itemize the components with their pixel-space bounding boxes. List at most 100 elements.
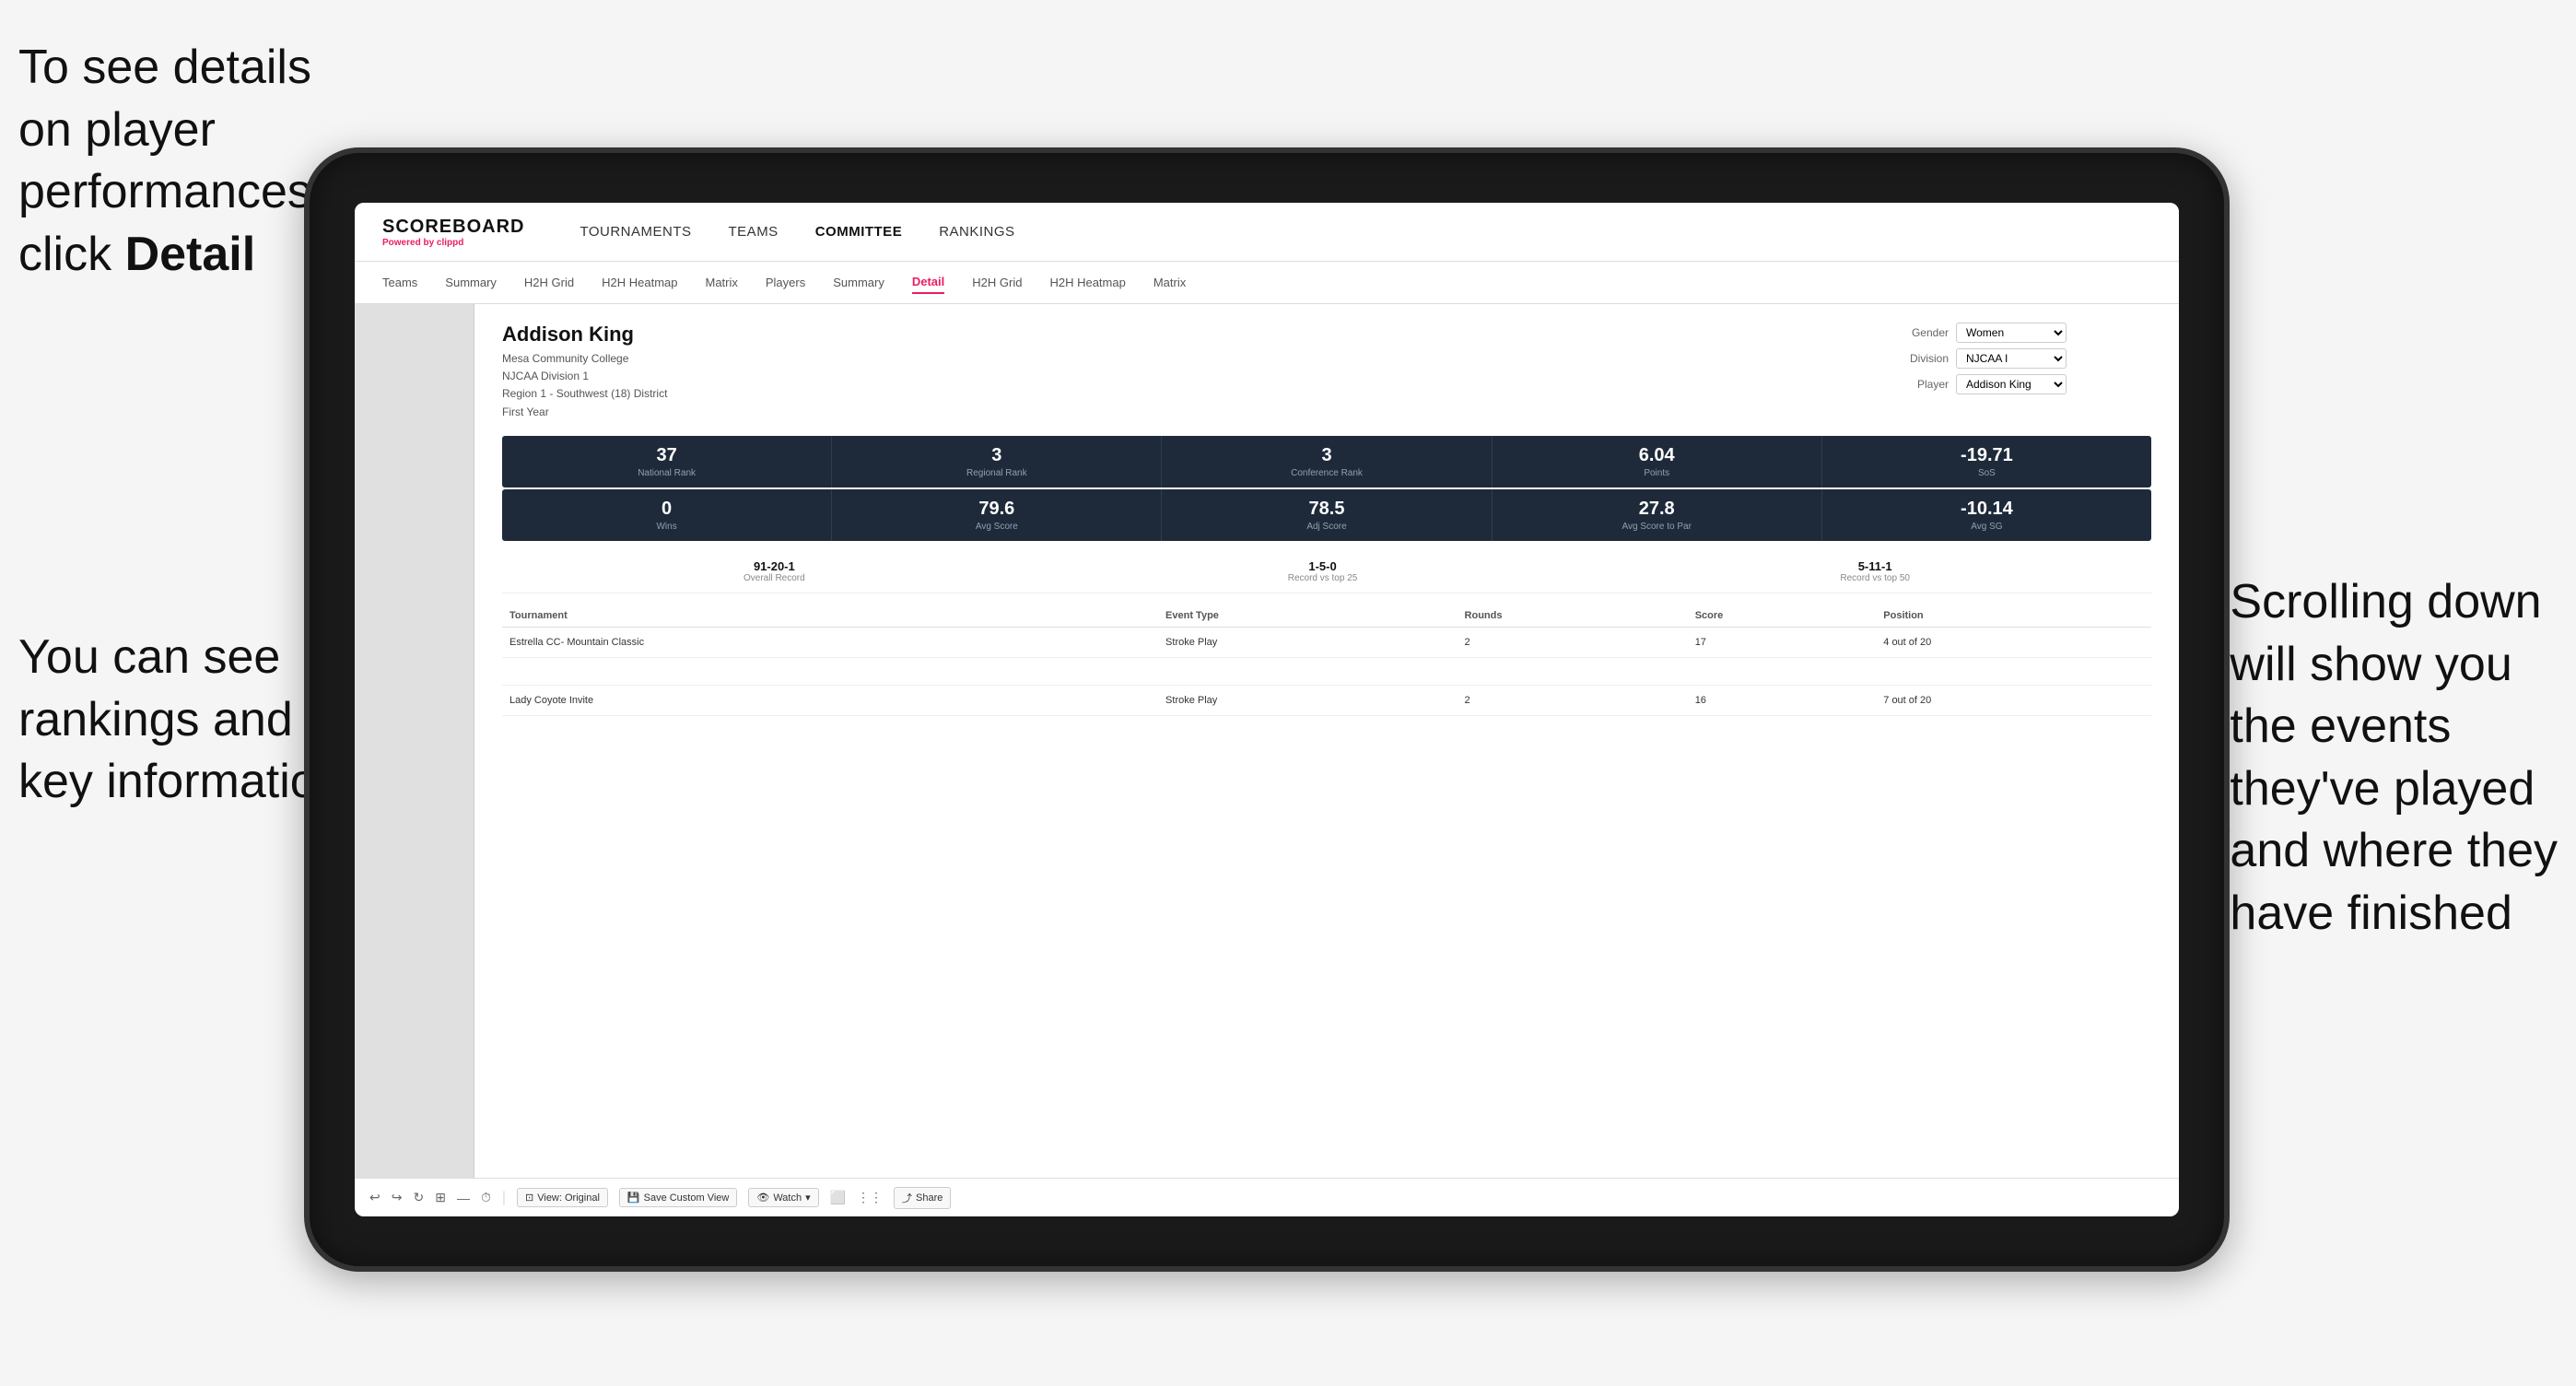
- sub-nav-h2h-grid1[interactable]: H2H Grid: [524, 272, 574, 293]
- stat-wins-value: 0: [508, 499, 825, 520]
- stat-adj-score-label: Adj Score: [1167, 522, 1485, 532]
- record-top50-value: 5-11-1: [1840, 559, 1910, 573]
- sub-nav-h2h-grid2[interactable]: H2H Grid: [972, 272, 1022, 293]
- tablet-frame: SCOREBOARD Powered by clippd TOURNAMENTS…: [304, 147, 2230, 1272]
- table-row-empty: [502, 657, 2151, 685]
- clock-icon[interactable]: ⏱: [481, 1190, 491, 1205]
- annotation-right-line3: the events: [2230, 699, 2451, 753]
- stat-conference-rank: 3 Conference Rank: [1162, 436, 1492, 487]
- stat-conference-rank-label: Conference Rank: [1167, 468, 1485, 478]
- record-top50-label: Record vs top 50: [1840, 573, 1910, 583]
- stats-row-2: 0 Wins 79.6 Avg Score 78.5 Adj Score 27.…: [502, 489, 2151, 541]
- annotation-bottom-left-line1: You can see: [18, 630, 280, 684]
- refresh-icon[interactable]: ↻: [413, 1190, 424, 1205]
- view-original-icon: ⊡: [525, 1192, 533, 1204]
- screen-icon[interactable]: ⬜: [830, 1190, 846, 1205]
- stat-adj-score-value: 78.5: [1167, 499, 1485, 520]
- tablet-screen: SCOREBOARD Powered by clippd TOURNAMENTS…: [355, 203, 2179, 1216]
- player-label: Player: [1893, 378, 1949, 391]
- record-overall-label: Overall Record: [744, 573, 805, 583]
- sub-nav-h2h-heatmap1[interactable]: H2H Heatmap: [602, 272, 677, 293]
- player-select[interactable]: Addison King: [1956, 374, 2067, 394]
- stat-sos-label: SoS: [1828, 468, 2146, 478]
- td-empty-5: [1876, 657, 2151, 685]
- gender-control-row: Gender Women: [1893, 323, 2151, 343]
- td-tournament-2: Lady Coyote Invite: [502, 685, 1158, 715]
- bottom-toolbar: ↩ ↪ ↻ ⊞ — ⏱ | ⊡ View: Original 💾 Save Cu…: [355, 1178, 2179, 1216]
- division-select[interactable]: NJCAA I: [1956, 348, 2067, 369]
- annotation-detail-bold: Detail: [125, 228, 256, 281]
- copy-icon[interactable]: ⊞: [435, 1190, 446, 1205]
- toolbar-sep1: |: [502, 1190, 506, 1206]
- td-rounds-2: 2: [1458, 685, 1688, 715]
- td-empty-2: [1158, 657, 1457, 685]
- record-top25: 1-5-0 Record vs top 25: [1288, 559, 1358, 583]
- logo-sub: Powered by clippd: [382, 238, 524, 248]
- annotation-right-line5: and where they: [2230, 824, 2558, 877]
- stats-row-1: 37 National Rank 3 Regional Rank 3 Confe…: [502, 436, 2151, 487]
- division-control-row: Division NJCAA I: [1893, 348, 2151, 369]
- sub-nav-matrix1[interactable]: Matrix: [705, 272, 737, 293]
- share-button[interactable]: ⤴ Share: [894, 1187, 951, 1209]
- sub-nav-players[interactable]: Players: [766, 272, 805, 293]
- stat-wins-label: Wins: [508, 522, 825, 532]
- nav-committee[interactable]: COMMITTEE: [815, 220, 903, 243]
- td-score-1: 17: [1688, 627, 1877, 657]
- view-original-button[interactable]: ⊡ View: Original: [517, 1188, 608, 1207]
- sub-nav-matrix2[interactable]: Matrix: [1153, 272, 1186, 293]
- watch-button[interactable]: 👁 Watch ▾: [748, 1188, 818, 1207]
- stat-conference-rank-value: 3: [1167, 445, 1485, 466]
- minus-icon[interactable]: —: [457, 1191, 470, 1205]
- th-rounds: Rounds: [1458, 605, 1688, 628]
- annotation-right-line4: they've played: [2230, 762, 2535, 816]
- sub-nav-teams[interactable]: Teams: [382, 272, 417, 293]
- sub-nav-h2h-heatmap2[interactable]: H2H Heatmap: [1049, 272, 1125, 293]
- sidebar: [355, 304, 474, 1178]
- stat-avg-sg-value: -10.14: [1828, 499, 2146, 520]
- sub-nav-summary2[interactable]: Summary: [833, 272, 884, 293]
- nav-tournaments[interactable]: TOURNAMENTS: [580, 220, 691, 243]
- annotation-top-left: To see details on player performances cl…: [18, 37, 332, 286]
- td-tournament-1: Estrella CC- Mountain Classic: [502, 627, 1158, 657]
- save-custom-label: Save Custom View: [644, 1192, 730, 1204]
- save-custom-button[interactable]: 💾 Save Custom View: [619, 1188, 737, 1207]
- stat-sos-value: -19.71: [1828, 445, 2146, 466]
- redo-icon[interactable]: ↪: [392, 1190, 403, 1205]
- division-label: Division: [1893, 352, 1949, 365]
- gender-label: Gender: [1893, 326, 1949, 339]
- undo-icon[interactable]: ↩: [369, 1190, 381, 1205]
- nav-teams[interactable]: TEAMS: [729, 220, 779, 243]
- stat-points: 6.04 Points: [1493, 436, 1822, 487]
- td-empty-4: [1688, 657, 1877, 685]
- stat-regional-rank: 3 Regional Rank: [832, 436, 1162, 487]
- player-name: Addison King: [502, 323, 667, 346]
- record-overall-value: 91-20-1: [744, 559, 805, 573]
- watch-icon: 👁: [756, 1192, 769, 1204]
- watch-chevron-icon: ▾: [805, 1192, 811, 1204]
- view-original-label: View: Original: [537, 1192, 600, 1204]
- table-row-2: Lady Coyote Invite Stroke Play 2 16 7 ou…: [502, 685, 2151, 715]
- annotation-bottom-left-line2: rankings and: [18, 693, 293, 746]
- th-event-type: Event Type: [1158, 605, 1457, 628]
- sub-nav-summary1[interactable]: Summary: [445, 272, 497, 293]
- share-icon: ⤴: [902, 1191, 912, 1205]
- sub-nav-detail[interactable]: Detail: [912, 271, 944, 294]
- td-empty-1: [502, 657, 1158, 685]
- stat-avg-sg: -10.14 Avg SG: [1822, 489, 2151, 541]
- td-score-2: 16: [1688, 685, 1877, 715]
- save-custom-icon: 💾: [627, 1192, 640, 1204]
- annotation-right: Scrolling down will show you the events …: [2230, 571, 2558, 946]
- player-control-row: Player Addison King: [1893, 374, 2151, 394]
- stat-points-value: 6.04: [1498, 445, 1816, 466]
- grid-icon[interactable]: ⋮⋮: [857, 1190, 883, 1205]
- annotation-right-line2: will show you: [2230, 638, 2512, 691]
- nav-rankings[interactable]: RANKINGS: [939, 220, 1014, 243]
- td-event-type-1: Stroke Play: [1158, 627, 1457, 657]
- gender-select[interactable]: Women: [1956, 323, 2067, 343]
- player-info: Addison King Mesa Community College NJCA…: [502, 323, 667, 421]
- record-top50: 5-11-1 Record vs top 50: [1840, 559, 1910, 583]
- td-event-type-2: Stroke Play: [1158, 685, 1457, 715]
- watch-label: Watch: [773, 1192, 802, 1204]
- stat-national-rank-label: National Rank: [508, 468, 825, 478]
- annotation-bottom-left: You can see rankings and key information: [18, 627, 344, 814]
